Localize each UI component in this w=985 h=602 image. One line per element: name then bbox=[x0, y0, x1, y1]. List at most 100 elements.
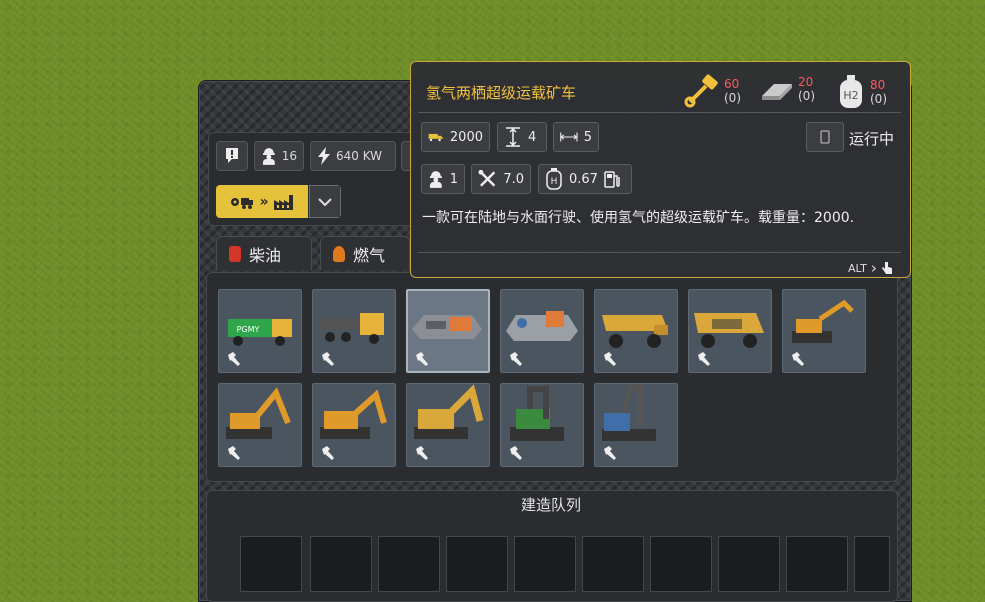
vehicle-slot-mining-dump-truck-large[interactable] bbox=[687, 288, 773, 374]
tab-gas-label: 燃气 bbox=[353, 245, 386, 265]
queue-slot[interactable] bbox=[446, 536, 508, 592]
hammer-icon bbox=[792, 352, 804, 366]
vehicle-slot-mining-dump-truck[interactable] bbox=[593, 288, 679, 374]
hydrogen-tank-badge: H2 bbox=[843, 89, 858, 102]
tooltip-footer-divider bbox=[418, 252, 901, 253]
cost-steel-owned: (0) bbox=[798, 89, 815, 103]
queue-slot[interactable] bbox=[718, 536, 780, 592]
queue-slot[interactable] bbox=[378, 536, 440, 592]
status-label: 运行中 bbox=[849, 130, 895, 148]
piston-icon bbox=[684, 74, 718, 108]
vehicle-slot-excavator-tracked[interactable] bbox=[217, 382, 303, 468]
worker-icon bbox=[262, 148, 275, 165]
steel-plate-icon bbox=[762, 84, 792, 100]
build-queue-title: 建造队列 bbox=[520, 496, 581, 514]
gas-bottle-icon bbox=[333, 245, 345, 262]
hammer-icon bbox=[322, 446, 334, 460]
vehicle-slot-excavator-small[interactable] bbox=[781, 288, 867, 374]
worker-count: 16 bbox=[281, 149, 297, 163]
pointer-hand-icon bbox=[881, 262, 892, 274]
truck-load-icon bbox=[428, 133, 443, 142]
alt-hint: ALT › bbox=[848, 259, 893, 277]
alt-arrow: › bbox=[870, 259, 877, 277]
capacity-chip: 2000 bbox=[421, 122, 490, 152]
worker-value: 1 bbox=[449, 171, 458, 187]
power-stat: 640 KW bbox=[310, 141, 396, 171]
hammer-icon bbox=[228, 352, 240, 366]
worker-icon bbox=[429, 171, 442, 188]
capacity-value: 2000 bbox=[449, 129, 483, 145]
vehicle-slot-amphibious-hauler-large[interactable] bbox=[499, 288, 585, 374]
cost-piston-value: 60 bbox=[724, 77, 740, 91]
vehicle-slot-excavator-medium[interactable] bbox=[311, 382, 397, 468]
hammer-icon bbox=[698, 352, 710, 366]
queue-slot[interactable] bbox=[786, 536, 848, 592]
category-selector[interactable]: » bbox=[216, 185, 341, 218]
worker-stat: 16 bbox=[254, 141, 304, 171]
toggle-icon bbox=[820, 130, 830, 144]
queue-slot[interactable] bbox=[650, 536, 712, 592]
cost-steel-value: 20 bbox=[798, 75, 814, 89]
hammer-icon bbox=[604, 352, 616, 366]
alt-key-label: ALT bbox=[848, 261, 867, 275]
worker-chip: 1 bbox=[421, 164, 465, 194]
hammer-icon bbox=[604, 446, 616, 460]
slot-side-text: PGMY bbox=[237, 325, 260, 334]
hammer-icon bbox=[510, 352, 522, 366]
vehicle-slot-truck-green[interactable]: PGMY bbox=[217, 288, 303, 374]
fuel-pump-icon bbox=[604, 171, 620, 188]
queue-slot[interactable] bbox=[514, 536, 576, 592]
queue-slot[interactable] bbox=[310, 536, 372, 592]
cost-steel: 20 (0) bbox=[760, 74, 815, 104]
category-dropdown-button[interactable] bbox=[309, 185, 341, 218]
diesel-canister-icon bbox=[229, 245, 241, 262]
hydrogen-tank-icon: H2 bbox=[840, 75, 862, 108]
tab-diesel[interactable]: 柴油 bbox=[216, 236, 312, 270]
vehicle-slot-excavator-mega-blue[interactable] bbox=[593, 382, 679, 468]
vehicle-slot-amphibious-hauler[interactable] bbox=[405, 288, 491, 374]
hammer-icon bbox=[322, 352, 334, 366]
factory-icon bbox=[273, 194, 293, 210]
cost-piston: 60 (0) bbox=[684, 74, 741, 108]
power-value: 640 KW bbox=[336, 149, 383, 163]
maintenance-chip: 7.0 bbox=[471, 164, 531, 194]
height-chip: 4 bbox=[497, 122, 547, 152]
vehicle-slot-truck-tractor[interactable] bbox=[311, 288, 397, 374]
hammer-icon bbox=[510, 446, 522, 460]
chevron-down-icon bbox=[318, 197, 332, 206]
queue-slot[interactable] bbox=[240, 536, 302, 592]
info-button[interactable] bbox=[216, 141, 248, 171]
width-value: 5 bbox=[583, 129, 592, 145]
height-value: 4 bbox=[528, 129, 537, 145]
cost-piston-owned: (0) bbox=[724, 91, 741, 105]
lightning-icon bbox=[318, 147, 330, 165]
gear-truck-icon bbox=[231, 197, 254, 209]
category-arrows: » bbox=[259, 193, 269, 210]
queue-slot[interactable] bbox=[582, 536, 644, 592]
vehicle-slot-excavator-mega-green[interactable] bbox=[499, 382, 585, 468]
status-toggle[interactable] bbox=[806, 122, 844, 152]
info-icon bbox=[226, 148, 238, 163]
fuel-chip: H 0.67 bbox=[538, 164, 632, 194]
vehicle-slot-excavator-large[interactable] bbox=[405, 382, 491, 468]
tooltip-divider bbox=[418, 112, 901, 113]
tooltip-description: 一款可在陆地与水面行驶、使用氢气的超级运载矿车。载重量：2000. bbox=[422, 210, 855, 226]
tab-diesel-label: 柴油 bbox=[249, 245, 282, 265]
queue-slot[interactable] bbox=[854, 536, 890, 592]
fuel-value: 0.67 bbox=[569, 171, 598, 187]
hammer-icon bbox=[228, 446, 240, 460]
cost-hydrogen-owned: (0) bbox=[870, 92, 887, 106]
wrench-screwdriver-icon bbox=[478, 169, 496, 187]
maintenance-value: 7.0 bbox=[503, 171, 524, 187]
cost-hydrogen-value: 80 bbox=[870, 78, 886, 92]
width-icon bbox=[560, 132, 578, 142]
hydrogen-fuel-icon: H bbox=[546, 168, 562, 190]
tooltip-title: 氢气两栖超级运载矿车 bbox=[426, 84, 577, 102]
category-current[interactable]: » bbox=[216, 185, 308, 218]
width-chip: 5 bbox=[553, 122, 599, 152]
cost-hydrogen: H2 80 (0) bbox=[836, 74, 887, 110]
tab-gas[interactable]: 燃气 bbox=[320, 236, 410, 270]
hydrogen-fuel-badge: H bbox=[551, 177, 558, 187]
hammer-icon bbox=[416, 446, 428, 460]
height-icon bbox=[506, 127, 520, 147]
